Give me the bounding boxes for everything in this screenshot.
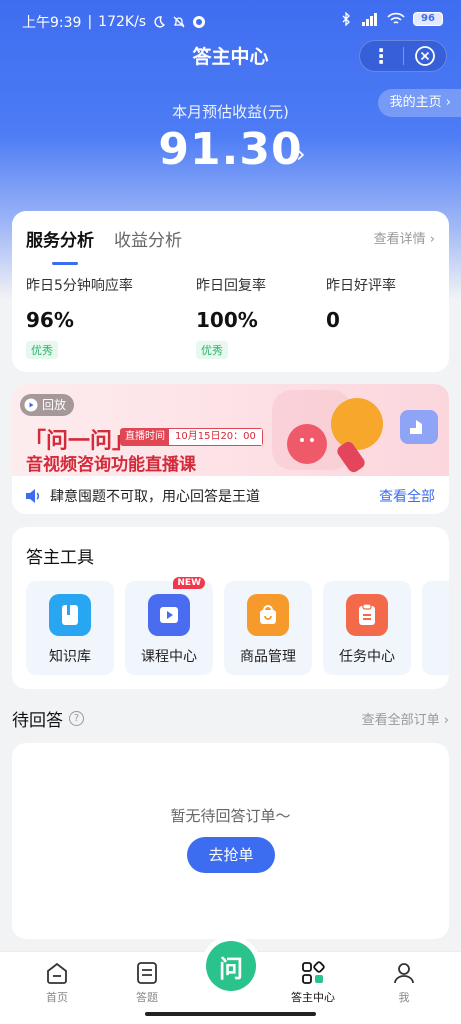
microphone-illustration-icon <box>272 390 438 473</box>
tool-label: 课程中心 <box>141 649 197 665</box>
more-icon[interactable]: ⋮ <box>360 42 403 70</box>
live-course-banner-card: 回放 「问一问」 直播时间 10月15日20：00 音视频咨询功能直播课 肆意囤… <box>12 384 449 514</box>
replay-badge: 回放 <box>20 394 75 416</box>
tabbar-label: 答题 <box>136 991 158 1004</box>
answer-icon <box>137 962 157 984</box>
tool-label: 任务中心 <box>339 649 395 665</box>
help-icon[interactable]: ? <box>69 711 84 726</box>
earnings-chevron-icon[interactable]: › <box>296 140 306 168</box>
metric-reply-rate: 昨日回复率 100% 优秀 <box>196 275 336 359</box>
speaker-icon <box>26 489 40 503</box>
tab-service-analysis[interactable]: 服务分析 <box>26 226 94 265</box>
live-time-value: 10月15日20：00 <box>169 429 262 445</box>
metric-label: 昨日5分钟响应率 <box>26 278 133 294</box>
answerer-tools-card: 答主工具 知识库 NEW 课程中心 商品管理 任务中心 <box>12 527 449 689</box>
tabbar-item-me[interactable]: 我 <box>364 960 444 1005</box>
metric-value: 100% <box>196 308 258 332</box>
tool-partial-next[interactable] <box>422 581 449 675</box>
metric-value: 0 <box>326 308 340 332</box>
metric-tag: 优秀 <box>196 341 228 359</box>
pending-title: 待回答 <box>12 711 63 731</box>
bluetooth-icon <box>342 12 350 26</box>
tab-earnings-analysis[interactable]: 收益分析 <box>114 226 182 251</box>
tool-label: 商品管理 <box>240 649 296 665</box>
status-time: 上午9:39 <box>22 15 82 31</box>
metric-positive-rate: 昨日好评率 0 <box>326 275 461 332</box>
battery-indicator: 96 <box>413 12 443 26</box>
pending-section-header: 待回答 ? <box>12 706 84 731</box>
notice-text: 肆意囤题不可取，用心回答是王道 <box>50 489 260 505</box>
tool-knowledge-base[interactable]: 知识库 <box>26 581 114 675</box>
tabbar-item-answer[interactable]: 答题 <box>107 960 187 1005</box>
view-details-link[interactable]: 查看详情 › <box>374 228 435 247</box>
network-speed: 172K/s <box>98 14 147 30</box>
tool-product-management[interactable]: 商品管理 <box>224 581 312 675</box>
earnings-value[interactable]: 91.30 <box>0 124 461 175</box>
tool-task-center[interactable]: 任务中心 <box>323 581 411 675</box>
home-indicator <box>145 1012 316 1016</box>
view-all-orders-label: 查看全部订单 <box>361 713 440 728</box>
grab-order-button[interactable]: 去抢单 <box>187 837 275 873</box>
metric-tag: 优秀 <box>26 341 58 359</box>
home-icon <box>47 962 67 984</box>
earnings-label: 本月预估收益(元) <box>172 103 289 121</box>
service-analysis-card: 服务分析 收益分析 查看详情 › 昨日5分钟响应率 96% 优秀 昨日回复率 1… <box>12 211 449 372</box>
metric-response-rate: 昨日5分钟响应率 96% 优秀 <box>26 275 166 359</box>
close-circle-icon <box>414 46 435 66</box>
tabbar-label: 首页 <box>46 991 68 1004</box>
new-badge: NEW <box>173 577 205 589</box>
banner-subtitle: 音视频咨询功能直播课 <box>26 455 196 475</box>
shopping-bag-icon <box>247 594 289 636</box>
tool-course-center[interactable]: NEW 课程中心 <box>125 577 213 675</box>
tool-label: 知识库 <box>49 649 91 665</box>
replay-label: 回放 <box>42 398 67 412</box>
metric-label: 昨日回复率 <box>196 278 266 294</box>
ask-center-button[interactable]: 问 <box>206 941 256 991</box>
close-button[interactable] <box>403 45 446 67</box>
video-course-icon <box>148 594 190 636</box>
signal-icon <box>362 13 377 26</box>
wifi-icon <box>387 12 405 24</box>
play-icon <box>24 398 38 412</box>
tabbar-label: 答主中心 <box>291 991 335 1004</box>
app-notification-icon <box>193 16 206 28</box>
status-bar: 上午9:39 | 172K/s 96 <box>0 0 461 42</box>
profile-icon <box>394 963 414 984</box>
mute-bell-icon <box>173 16 185 28</box>
view-all-link[interactable]: 查看全部 <box>379 486 435 506</box>
moon-icon <box>154 16 166 28</box>
book-icon <box>49 594 91 636</box>
tabbar-item-answerer-center[interactable]: 答主中心 <box>273 960 353 1005</box>
metric-value: 96% <box>26 308 74 332</box>
view-all-orders-link[interactable]: 查看全部订单 › <box>362 709 449 728</box>
metric-label: 昨日好评率 <box>326 278 396 294</box>
empty-state-text: 暂无待回答订单～ <box>170 807 291 825</box>
live-time-key: 直播时间 <box>121 429 169 445</box>
view-details-label: 查看详情 <box>373 232 426 247</box>
dashboard-icon <box>302 961 325 984</box>
tabbar-label: 我 <box>398 991 410 1004</box>
tabbar-item-home[interactable]: 首页 <box>17 960 97 1005</box>
notice-bar: 肆意囤题不可取，用心回答是王道 查看全部 <box>24 486 435 506</box>
pending-orders-card: 暂无待回答订单～ 去抢单 <box>12 743 449 939</box>
mini-program-capsule: ⋮ <box>359 40 447 72</box>
clipboard-icon <box>346 594 388 636</box>
live-time-badge: 直播时间 10月15日20：00 <box>120 428 263 446</box>
tools-title: 答主工具 <box>26 548 94 568</box>
